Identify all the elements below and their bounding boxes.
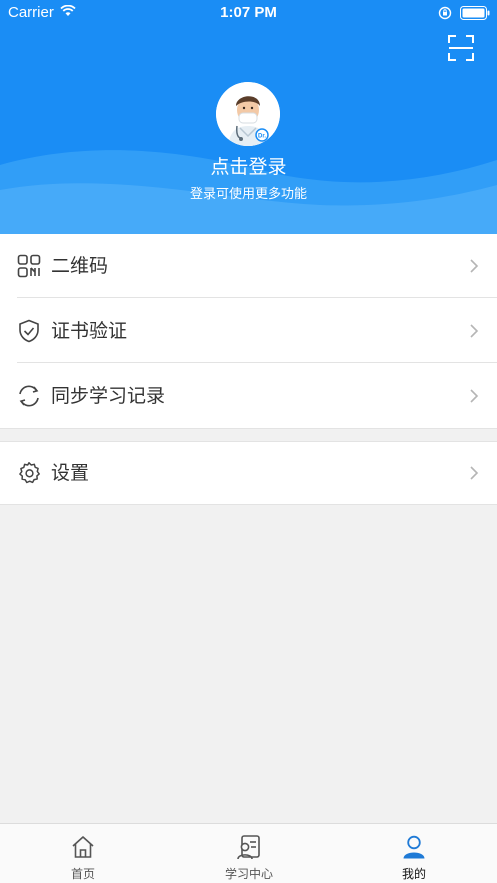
tab-mine[interactable]: 我的	[331, 824, 497, 883]
chevron-right-icon	[470, 324, 479, 338]
menu-item-label: 同步学习记录	[51, 385, 166, 407]
tab-bar: 首页 学习中心 我的	[0, 823, 497, 883]
tab-home[interactable]: 首页	[0, 824, 166, 883]
svg-text:Dr.: Dr.	[258, 134, 266, 140]
user-icon	[403, 835, 425, 859]
battery-icon	[460, 6, 490, 20]
scan-icon[interactable]	[447, 34, 475, 62]
qrcode-icon	[17, 254, 41, 278]
divider	[17, 297, 497, 298]
avatar[interactable]: Dr.	[216, 82, 280, 146]
menu-group-settings: 设置	[0, 441, 497, 505]
tab-study-center[interactable]: 学习中心	[166, 824, 332, 883]
tab-label: 学习中心	[224, 867, 273, 881]
profile-header: Carrier 1:07 PM Dr. 点击登录 登录可使用更多功能	[0, 0, 497, 234]
tab-label: 首页	[70, 867, 95, 881]
menu-group-main: 二维码 证书验证 同步学习记录	[0, 234, 497, 428]
menu-item-label: 设置	[51, 462, 90, 484]
home-icon	[72, 836, 94, 858]
menu-item-label: 二维码	[51, 255, 109, 277]
chevron-right-icon	[470, 466, 479, 480]
section-gap	[0, 428, 497, 441]
gear-icon	[19, 462, 40, 484]
menu-item-sync-records[interactable]: 同步学习记录	[0, 364, 497, 428]
menu-item-qrcode[interactable]: 二维码	[0, 234, 497, 298]
orientation-lock-icon	[438, 6, 452, 20]
tab-label: 我的	[401, 867, 426, 881]
chevron-right-icon	[470, 389, 479, 403]
menu-item-certificate-verify[interactable]: 证书验证	[0, 299, 497, 363]
sync-icon	[19, 385, 39, 407]
chevron-right-icon	[470, 259, 479, 273]
login-title[interactable]: 点击登录	[0, 152, 497, 179]
menu-item-settings[interactable]: 设置	[0, 441, 497, 505]
divider	[17, 362, 497, 363]
doctor-avatar-icon: Dr.	[216, 82, 280, 146]
status-time: 1:07 PM	[220, 4, 277, 21]
login-subtitle: 登录可使用更多功能	[189, 187, 307, 202]
study-center-icon	[237, 835, 260, 860]
shield-check-icon	[19, 319, 39, 343]
status-bar: Carrier 1:07 PM	[0, 0, 497, 26]
menu-item-label: 证书验证	[51, 320, 128, 342]
